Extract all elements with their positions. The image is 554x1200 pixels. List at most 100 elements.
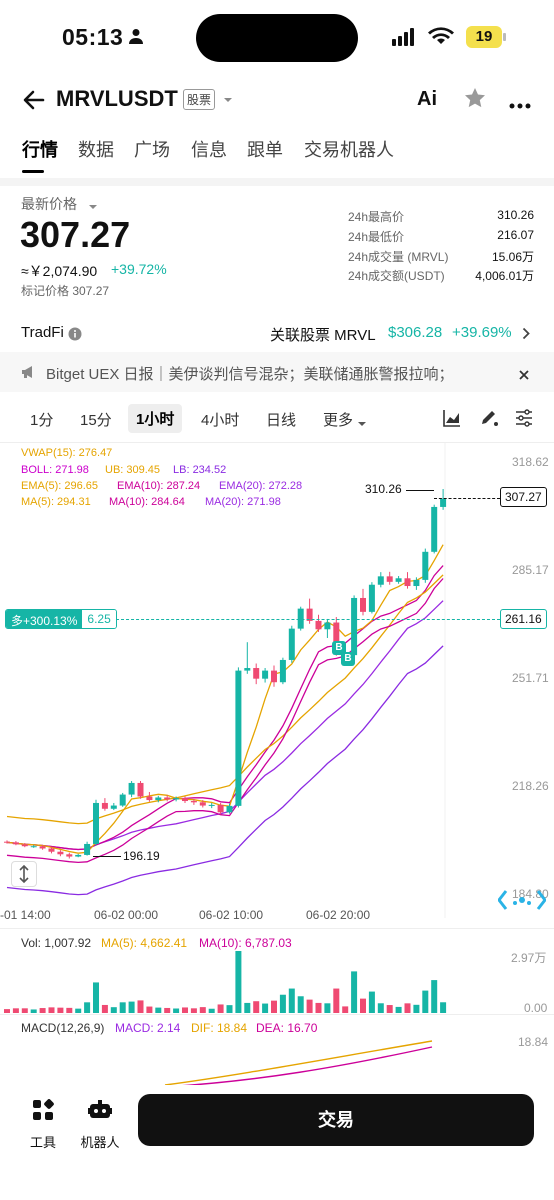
interval-more[interactable]: 更多 (323, 409, 353, 430)
volume-bar (30, 1009, 37, 1013)
app-header: MRVLUSDT 股票 Ai (0, 80, 554, 128)
volume-bar (315, 1002, 322, 1013)
volume-bar (271, 1000, 277, 1013)
price-axis-label: 318.62 (512, 455, 549, 469)
tools-button[interactable]: 工具 (27, 1099, 59, 1150)
volume-bar (440, 1002, 447, 1013)
volume-bar (386, 1005, 393, 1013)
position-qty: 6.25 (82, 610, 116, 628)
interval-4h[interactable]: 4小时 (201, 409, 239, 430)
price-axis-label: 251.71 (512, 671, 549, 685)
status-bar: 05:13 19 (0, 0, 554, 80)
volume-bar (324, 1003, 331, 1013)
candle-body (386, 576, 393, 582)
chart-type-icon[interactable] (443, 409, 461, 432)
tab-market[interactable]: 行情 (22, 136, 58, 162)
vwap-label: VWAP(15): 276.47 (21, 447, 113, 459)
tab-copy-trade[interactable]: 跟单 (247, 136, 283, 162)
ma20-label: MA(20): 271.98 (205, 496, 281, 508)
tab-info[interactable]: 信息 (191, 136, 227, 162)
volume-bar (21, 1008, 28, 1013)
candles (4, 488, 447, 859)
stat-value: 15.06万 (491, 250, 534, 264)
draw-tool-icon[interactable] (479, 409, 499, 432)
candle-body (235, 670, 242, 806)
lb-label: LB: 234.52 (173, 464, 227, 476)
back-arrow-icon[interactable] (22, 88, 46, 117)
candle-body (190, 801, 197, 803)
more-options-icon[interactable] (509, 96, 531, 114)
candle-body (217, 804, 224, 813)
nav-tabs: 行情 数据 广场 信息 跟单 交易机器人 (0, 136, 554, 173)
interval-1h[interactable]: 1小时 (128, 404, 183, 433)
tab-trading-bot[interactable]: 交易机器人 (304, 136, 394, 162)
tab-underline (22, 170, 44, 173)
position-line (116, 619, 500, 620)
robot-button[interactable]: 机器人 (78, 1099, 122, 1150)
news-banner[interactable]: Bitget UEX 日报｜美伊谈判信号混杂；美联储通胀警报拉响； (0, 352, 554, 392)
volume-bar (48, 1007, 55, 1013)
interval-1d[interactable]: 日线 (266, 409, 296, 430)
scroll-latest-icon[interactable] (497, 889, 547, 916)
tradfi-row[interactable]: TradFi 关联股票 MRVL $306.28 +39.69% (0, 318, 554, 348)
expand-vertical-icon (19, 864, 29, 884)
stat-24h-high: 24h最高价 310.26 (348, 208, 534, 225)
trade-button[interactable]: 交易 (138, 1094, 534, 1146)
buy-marker[interactable]: B (341, 652, 355, 666)
price-cny: ≈￥2,074.90 (21, 263, 98, 279)
position-tag[interactable]: 多+300.13% 6.25 (5, 609, 117, 629)
candle-body (422, 551, 429, 580)
stat-value: 216.07 (497, 228, 534, 242)
volume-bar (422, 990, 429, 1013)
tab-data[interactable]: 数据 (78, 136, 114, 162)
boll-label: BOLL: 271.98 (21, 464, 89, 476)
candle-body (84, 843, 91, 855)
time-axis-label: -01 14:00 (0, 908, 51, 922)
close-icon[interactable] (519, 367, 529, 385)
candle-body (12, 842, 19, 845)
chevron-down-icon[interactable] (222, 92, 234, 110)
candle-body (324, 622, 331, 630)
volume-bar (173, 1008, 180, 1013)
position-label: 多+300.13% (6, 610, 83, 628)
star-icon[interactable] (463, 86, 487, 115)
chevron-right-icon[interactable] (522, 327, 530, 345)
candle-body (66, 854, 73, 857)
candle-body (271, 670, 277, 683)
volume-bar (244, 1002, 251, 1013)
volume-bar (128, 1001, 135, 1013)
ai-button[interactable]: Ai (417, 88, 437, 111)
bottom-bar: 工具 机器人 交易 (0, 1085, 554, 1200)
related-stock: 关联股票 MRVL (270, 327, 376, 344)
info-icon[interactable] (68, 327, 82, 346)
fullscreen-toggle[interactable] (11, 861, 37, 887)
candle-body (137, 782, 144, 797)
volume-bar (146, 1006, 153, 1013)
chevron-down-icon[interactable] (357, 415, 367, 433)
symbol-title[interactable]: MRVLUSDT (56, 86, 178, 112)
battery-indicator: 19 (466, 26, 502, 48)
interval-15m[interactable]: 15分 (80, 409, 112, 430)
volume-bar (404, 1003, 411, 1013)
interval-1m[interactable]: 1分 (30, 409, 53, 430)
stat-24h-turnover: 24h成交额(USDT) 4,006.01万 (348, 267, 534, 284)
last-price-label[interactable]: 最新价格 (21, 194, 77, 214)
tab-square[interactable]: 广场 (134, 136, 170, 162)
ub-label: UB: 309.45 (105, 464, 161, 476)
volume-bar (368, 991, 375, 1013)
volume-bar (413, 1004, 420, 1013)
volume-bar (297, 996, 304, 1013)
ema10-label: EMA(10): 287.24 (117, 480, 201, 492)
indicator-lines (6, 544, 444, 896)
last-price: 307.27 (20, 214, 131, 255)
candle-body (119, 794, 126, 806)
kline-chart[interactable]: VWAP(15): 276.47 BOLL: 271.98 UB: 309.45… (0, 443, 554, 927)
indicator-settings-icon[interactable] (515, 409, 533, 432)
candle-body (128, 782, 135, 795)
candle-body (182, 798, 188, 802)
volume-bar (39, 1008, 46, 1013)
kline-svg[interactable] (0, 443, 554, 927)
mark-price: 标记价格 307.27 (21, 284, 110, 298)
wifi-icon (428, 26, 454, 51)
candle-body (4, 841, 10, 843)
